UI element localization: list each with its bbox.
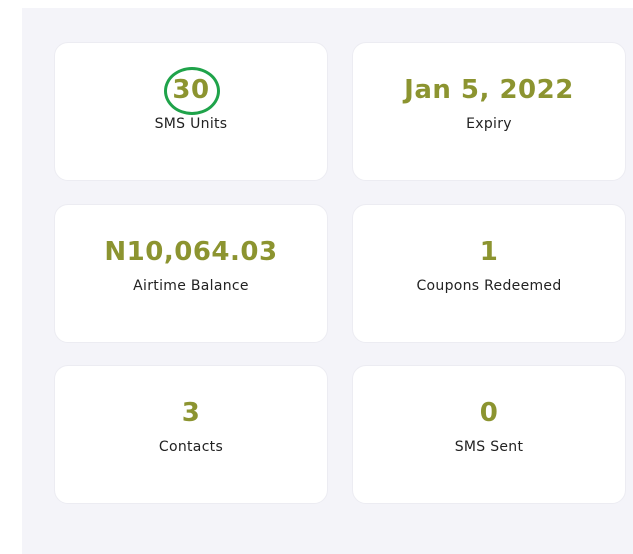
stat-label: SMS Units <box>154 116 228 132</box>
stat-card-sms-units[interactable]: 30 SMS Units <box>54 42 328 181</box>
dashboard-stats-panel: 30 SMS Units Jan 5, 2022 Expiry N10,064.… <box>22 8 633 554</box>
stat-card-expiry[interactable]: Jan 5, 2022 Expiry <box>352 42 626 181</box>
stat-value: 1 <box>479 237 499 267</box>
stat-value: 30 <box>172 75 210 105</box>
stat-value: Jan 5, 2022 <box>404 75 574 105</box>
stat-card-coupons-redeemed[interactable]: 1 Coupons Redeemed <box>352 204 626 343</box>
stat-label: Contacts <box>158 439 224 455</box>
stat-card-contacts[interactable]: 3 Contacts <box>54 365 328 504</box>
stat-value: 0 <box>479 398 499 428</box>
stat-value: N10,064.03 <box>104 237 278 267</box>
stat-label: SMS Sent <box>454 439 524 455</box>
stat-value: 3 <box>181 398 201 428</box>
stat-label: Expiry <box>466 116 512 132</box>
stat-label: Coupons Redeemed <box>416 278 562 294</box>
stat-card-sms-sent[interactable]: 0 SMS Sent <box>352 365 626 504</box>
stat-label: Airtime Balance <box>133 278 249 294</box>
stat-card-airtime-balance[interactable]: N10,064.03 Airtime Balance <box>54 204 328 343</box>
